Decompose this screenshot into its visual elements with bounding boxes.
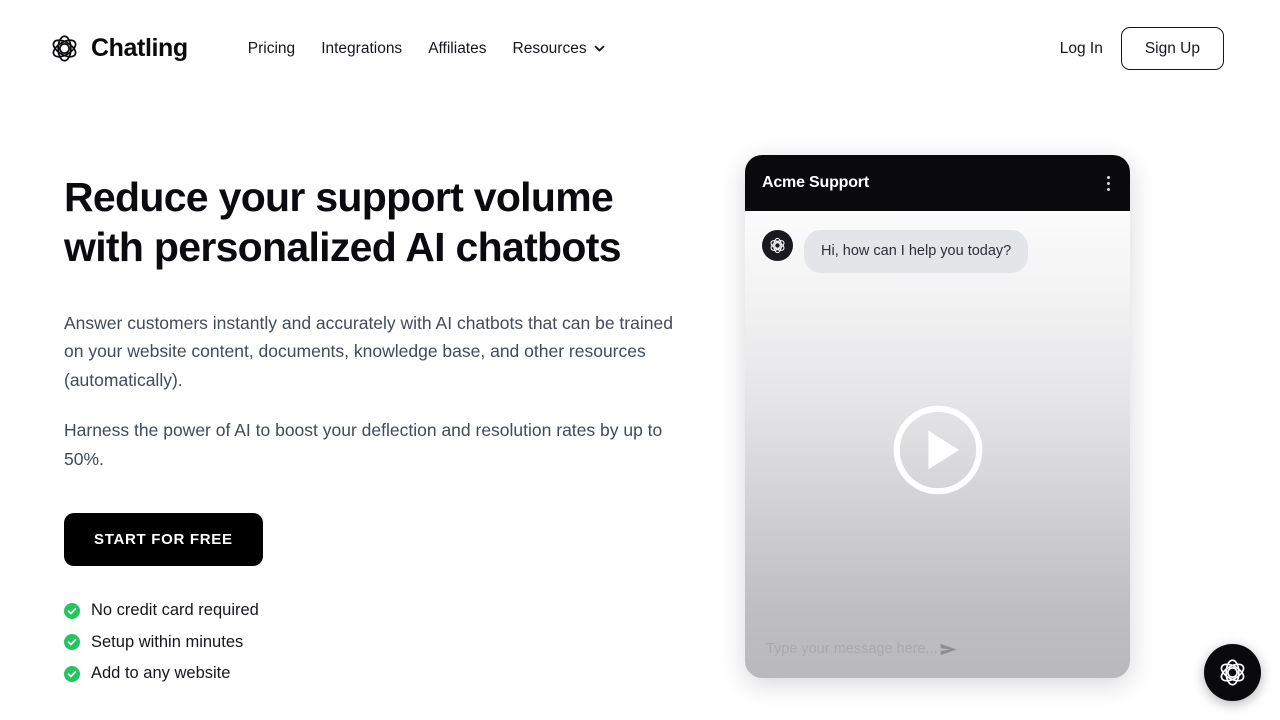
checklist-label: No credit card required xyxy=(91,601,259,620)
check-circle-icon xyxy=(64,634,80,651)
check-circle-icon xyxy=(64,602,80,619)
video-play-button[interactable] xyxy=(745,211,1130,678)
chevron-down-icon xyxy=(594,45,605,52)
chat-input-placeholder: Type your message here... xyxy=(766,641,938,657)
brand-name: Chatling xyxy=(91,34,188,62)
nav-link-resources[interactable]: Resources xyxy=(513,41,605,57)
chat-widget-title: Acme Support xyxy=(762,174,869,191)
list-item: Add to any website xyxy=(64,665,684,682)
hero-title-line-1: Reduce your support volume xyxy=(64,174,614,220)
atom-icon xyxy=(50,34,79,63)
hero-paragraph-2: Harness the power of AI to boost your de… xyxy=(64,420,663,469)
hero-title-line-2: with personalized AI chatbots xyxy=(64,224,622,271)
nav-actions: Log In Sign Up xyxy=(1060,26,1224,71)
nav-link-pricing[interactable]: Pricing xyxy=(248,41,295,57)
signup-button[interactable]: Sign Up xyxy=(1120,26,1224,71)
chat-widget-body: Hi, how can I help you today? Type your … xyxy=(745,211,1130,678)
nav-links: Pricing Integrations Affiliates Resource… xyxy=(248,41,605,57)
nav-link-integrations[interactable]: Integrations xyxy=(321,41,402,57)
send-icon[interactable] xyxy=(938,639,959,660)
chat-widget-header: Acme Support xyxy=(745,155,1130,211)
kebab-menu-icon[interactable] xyxy=(1107,175,1110,191)
feature-checklist: No credit card required Setup within min… xyxy=(64,602,684,682)
nav-link-affiliates[interactable]: Affiliates xyxy=(428,41,486,57)
list-item: No credit card required xyxy=(64,602,684,619)
atom-icon xyxy=(1218,658,1247,687)
login-link[interactable]: Log In xyxy=(1060,40,1103,58)
list-item: Setup within minutes xyxy=(64,634,684,651)
chat-input-bar[interactable]: Type your message here... xyxy=(745,620,1130,678)
check-circle-icon xyxy=(64,665,80,682)
brand-logo[interactable]: Chatling xyxy=(50,34,188,63)
chat-launcher-button[interactable] xyxy=(1204,644,1261,701)
hero-paragraph-1: Answer customers instantly and accuratel… xyxy=(64,312,673,390)
checklist-label: Setup within minutes xyxy=(91,632,244,651)
page-title: Reduce your support volume with personal… xyxy=(64,172,684,273)
landing-page: Chatling Pricing Integrations Affiliates… xyxy=(0,0,1280,720)
chat-widget-preview: Acme Support Hi, how can I help you toda… xyxy=(745,155,1130,678)
nav-link-resources-label: Resources xyxy=(512,39,587,57)
start-for-free-button[interactable]: START FOR FREE xyxy=(64,513,263,567)
play-circle-icon xyxy=(890,392,986,498)
checklist-label: Add to any website xyxy=(91,664,231,683)
hero-section: Reduce your support volume with personal… xyxy=(64,172,684,697)
top-navbar: Chatling Pricing Integrations Affiliates… xyxy=(0,0,1280,97)
